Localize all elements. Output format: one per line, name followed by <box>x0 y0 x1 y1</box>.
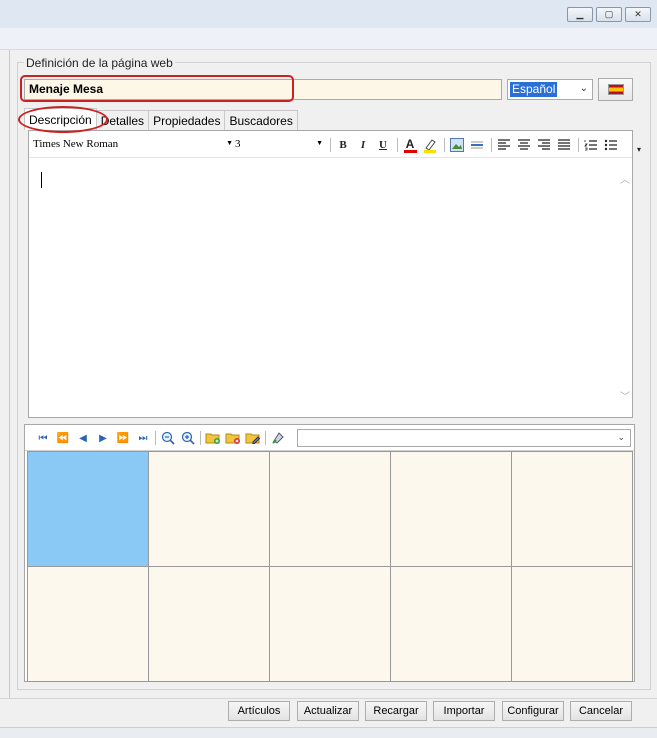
image-thumbnail-cell[interactable] <box>390 451 512 567</box>
image-thumbnail-cell[interactable] <box>148 566 270 682</box>
insert-image-icon[interactable] <box>448 136 466 154</box>
separator <box>265 431 266 445</box>
scroll-up-icon[interactable]: ︿ <box>620 171 630 186</box>
align-left-icon[interactable] <box>495 136 513 154</box>
separator <box>200 431 201 445</box>
toolbar-overflow-icon[interactable]: ▾ <box>630 140 648 158</box>
tab-propiedades[interactable]: Propiedades <box>148 110 226 130</box>
image-grid-panel: ⏮ ⏪ ◀ ▶ ⏩ ⏭ ⌄ <box>24 424 635 682</box>
numbered-list-icon[interactable] <box>582 136 600 154</box>
align-right-icon[interactable] <box>535 136 553 154</box>
group-title: Definición de la página web <box>24 56 175 70</box>
spain-flag-icon <box>607 84 624 95</box>
recargar-button[interactable]: Recargar <box>365 701 427 721</box>
bullet-list-icon[interactable] <box>602 136 620 154</box>
tab-strip: Descripción Detalles Propiedades Buscado… <box>24 108 298 130</box>
configurar-button[interactable]: Configurar <box>502 701 564 721</box>
minimize-icon[interactable]: ▁ <box>567 7 593 22</box>
previous-page-icon[interactable]: ⏪ <box>53 430 73 446</box>
last-record-icon[interactable]: ⏭ <box>133 430 153 446</box>
window-titlebar: ▁ ▢ ✕ <box>0 0 657 28</box>
editor-content[interactable] <box>29 159 617 417</box>
bold-button[interactable]: B <box>334 136 352 154</box>
font-size-select[interactable]: 3 ▼ <box>235 138 323 154</box>
next-record-icon[interactable]: ▶ <box>93 430 113 446</box>
separator <box>491 138 492 152</box>
separator <box>330 138 331 152</box>
font-family-select[interactable]: Times New Roman ▼ <box>33 138 233 154</box>
next-page-icon[interactable]: ⏩ <box>113 430 133 446</box>
font-color-label: A <box>405 136 415 151</box>
dropdown-arrow-icon: ▼ <box>316 139 323 147</box>
page-name-input[interactable]: Menaje Mesa <box>24 79 502 100</box>
font-family-value: Times New Roman <box>33 138 119 150</box>
font-color-button[interactable]: A <box>401 136 419 154</box>
articulos-button[interactable]: Artículos <box>228 701 290 721</box>
align-justify-icon[interactable] <box>555 136 573 154</box>
tab-buscadores[interactable]: Buscadores <box>224 110 298 130</box>
paint-icon[interactable] <box>268 430 288 446</box>
separator <box>444 138 445 152</box>
dropdown-arrow-icon: ▼ <box>226 139 233 147</box>
add-image-icon[interactable] <box>203 430 223 446</box>
highlight-color-icon[interactable] <box>421 136 439 154</box>
underline-label: U <box>379 139 387 151</box>
zoom-out-icon[interactable] <box>158 430 178 446</box>
left-panel <box>0 50 10 698</box>
importar-button[interactable]: Importar <box>433 701 495 721</box>
editor-scrollbar[interactable]: ︿ ﹀ <box>617 159 632 417</box>
font-size-value: 3 <box>235 138 241 150</box>
html-editor: Times New Roman ▼ 3 ▼ B I U A ▾ ︿ ﹀ <box>28 130 641 418</box>
italic-button[interactable]: I <box>354 136 372 154</box>
separator <box>578 138 579 152</box>
image-thumbnail-grid <box>27 451 634 682</box>
image-filter-combo[interactable]: ⌄ <box>297 429 631 447</box>
image-thumbnail-cell[interactable] <box>269 451 391 567</box>
image-thumbnail-cell[interactable] <box>27 566 149 682</box>
italic-label: I <box>360 139 366 151</box>
zoom-in-icon[interactable] <box>178 430 198 446</box>
separator <box>155 431 156 445</box>
window-controls: ▁ ▢ ✕ <box>567 7 651 22</box>
toolstrip <box>0 28 657 50</box>
format-toolbar: B I U A ▾ <box>327 136 650 154</box>
first-record-icon[interactable]: ⏮ <box>33 430 53 446</box>
underline-button[interactable]: U <box>374 136 392 154</box>
image-thumbnail-cell[interactable] <box>511 566 633 682</box>
image-thumbnail-cell[interactable] <box>511 451 633 567</box>
chevron-down-icon: ⌄ <box>617 432 625 442</box>
tab-descripcion[interactable]: Descripción <box>24 108 97 130</box>
actualizar-button[interactable]: Actualizar <box>297 701 359 721</box>
restore-icon[interactable]: ▢ <box>596 7 622 22</box>
tab-detalles[interactable]: Detalles <box>95 110 150 130</box>
horizontal-rule-icon[interactable] <box>468 136 486 154</box>
language-flag-button[interactable] <box>598 78 633 101</box>
image-thumbnail-cell[interactable] <box>148 451 270 567</box>
language-selected-value: Español <box>510 82 558 97</box>
grid-navigation-bar: ⏮ ⏪ ◀ ▶ ⏩ ⏭ ⌄ <box>25 425 634 451</box>
status-strip <box>0 727 657 738</box>
edit-image-icon[interactable] <box>243 430 263 446</box>
close-icon[interactable]: ✕ <box>625 7 651 22</box>
image-thumbnail-cell[interactable] <box>390 566 512 682</box>
navigation-icons: ⏮ ⏪ ◀ ▶ ⏩ ⏭ <box>33 430 288 446</box>
align-center-icon[interactable] <box>515 136 533 154</box>
chevron-down-icon: ⌄ <box>579 83 588 94</box>
editor-toolbar: Times New Roman ▼ 3 ▼ B I U A ▾ <box>29 131 641 158</box>
image-thumbnail-cell[interactable] <box>269 566 391 682</box>
cancelar-button[interactable]: Cancelar <box>570 701 632 721</box>
text-caret <box>41 172 42 188</box>
delete-image-icon[interactable] <box>223 430 243 446</box>
previous-record-icon[interactable]: ◀ <box>73 430 93 446</box>
image-thumbnail-cell[interactable] <box>27 451 149 567</box>
separator <box>397 138 398 152</box>
scroll-down-icon[interactable]: ﹀ <box>620 388 630 403</box>
font-color-swatch <box>403 149 417 153</box>
bold-label: B <box>339 139 347 151</box>
language-select[interactable]: Español ⌄ <box>507 79 593 100</box>
